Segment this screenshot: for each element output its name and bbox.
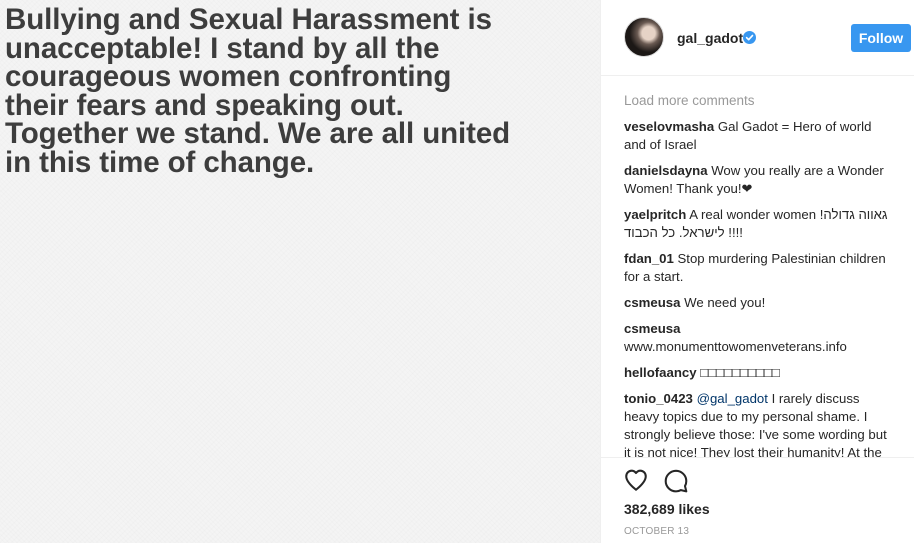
comment: hellofaancy □□□□□□□□□□ xyxy=(624,364,894,382)
comment-username[interactable]: veselovmasha xyxy=(624,119,714,134)
comment-text: □□□□□□□□□□ xyxy=(696,365,780,380)
comment-username[interactable]: yaelpritch xyxy=(624,207,686,222)
load-more-comments-link[interactable]: Load more comments xyxy=(624,93,755,108)
post-username[interactable]: gal_gadot xyxy=(677,30,743,46)
verified-badge-icon xyxy=(743,31,756,44)
avatar[interactable] xyxy=(624,17,664,57)
comment-text: We need you! xyxy=(680,295,766,310)
comment: danielsdayna Wow you really are a Wonder… xyxy=(624,162,894,198)
post-header: gal_gadot Follow xyxy=(601,0,914,76)
comment-icon[interactable] xyxy=(663,467,689,493)
comment: tonio_0423 @gal_gadot I rarely discuss h… xyxy=(624,390,894,457)
comment-username[interactable]: csmeusa xyxy=(624,295,680,310)
comment-mention[interactable]: @gal_gadot xyxy=(697,391,768,406)
comment-text: www.monumenttowomenveterans.info xyxy=(624,339,847,354)
comment: yaelpritch A real wonder women !גאווה גד… xyxy=(624,206,894,242)
post-photo[interactable]: Bullying and Sexual Harassment is unacce… xyxy=(0,0,600,543)
photo-caption-text: Bullying and Sexual Harassment is unacce… xyxy=(5,3,511,179)
comment: csmeusa We need you! xyxy=(624,294,894,312)
comments-list[interactable]: veselovmasha Gal Gadot = Hero of world a… xyxy=(624,118,894,457)
comment-username[interactable]: danielsdayna xyxy=(624,163,708,178)
likes-count[interactable]: 382,689 likes xyxy=(624,501,710,517)
comment-username[interactable]: tonio_0423 xyxy=(624,391,693,406)
post-actions: 382,689 likes OCTOBER 13 xyxy=(601,457,914,543)
instagram-post: Bullying and Sexual Harassment is unacce… xyxy=(0,0,914,543)
heart-icon[interactable] xyxy=(623,467,649,493)
comment: veselovmasha Gal Gadot = Hero of world a… xyxy=(624,118,894,154)
follow-button[interactable]: Follow xyxy=(851,24,911,52)
post-date[interactable]: OCTOBER 13 xyxy=(624,526,689,537)
comment-username[interactable]: csmeusa xyxy=(624,321,680,336)
comment: csmeusa www.monumenttowomenveterans.info xyxy=(624,320,894,356)
comment-username[interactable]: hellofaancy xyxy=(624,365,697,380)
comment: fdan_01 Stop murdering Palestinian child… xyxy=(624,250,894,286)
comment-username[interactable]: fdan_01 xyxy=(624,251,674,266)
post-sidebar: gal_gadot Follow Load more comments vese… xyxy=(600,0,914,543)
